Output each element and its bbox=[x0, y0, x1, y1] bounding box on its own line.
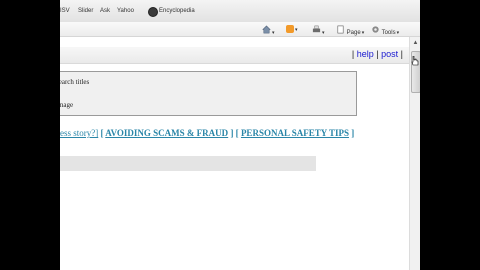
home-icon bbox=[262, 25, 271, 34]
link-yahoo[interactable]: Yahoo bbox=[117, 8, 134, 14]
page-header: | help | post | bbox=[60, 47, 409, 64]
encyclopedia-icon bbox=[148, 7, 158, 17]
avoiding-scams-link[interactable]: AVOIDING SCAMS & FRAUD bbox=[105, 128, 228, 138]
home-button[interactable]: ▾ bbox=[262, 25, 275, 36]
links-toolbar: ISV Slider Ask Yahoo Encyclopedia bbox=[60, 0, 420, 23]
tools-menu-button[interactable]: Tools▾ bbox=[371, 25, 400, 36]
vertical-scrollbar[interactable]: ▲ bbox=[409, 37, 420, 270]
printer-icon bbox=[312, 25, 321, 33]
header-bracket-close: | bbox=[400, 49, 403, 59]
header-separator: | bbox=[376, 49, 379, 59]
help-link[interactable]: help bbox=[357, 49, 374, 59]
nav-separator: ] [ bbox=[228, 128, 241, 138]
header-links: | help | post | bbox=[352, 49, 403, 59]
link-isv[interactable]: ISV bbox=[60, 8, 70, 14]
content-strip bbox=[60, 156, 316, 171]
link-slider[interactable]: Slider bbox=[78, 8, 93, 14]
rss-icon bbox=[286, 25, 294, 33]
chevron-down-icon: ▾ bbox=[361, 30, 365, 36]
post-link[interactable]: post bbox=[381, 49, 398, 59]
chevron-down-icon: ▾ bbox=[295, 26, 298, 33]
link-ask[interactable]: Ask bbox=[100, 8, 110, 14]
chevron-down-icon: ▾ bbox=[272, 30, 275, 36]
gear-icon bbox=[372, 26, 379, 33]
link-encyclopedia[interactable]: Encyclopedia bbox=[159, 8, 195, 14]
right-letterbox bbox=[420, 0, 480, 270]
page-icon bbox=[337, 25, 344, 34]
tools-menu-label: Tools bbox=[381, 30, 396, 36]
feeds-button[interactable]: ▾ bbox=[286, 25, 298, 35]
browser-window: ISV Slider Ask Yahoo Encyclopedia ▾ ▾ ▾ … bbox=[60, 0, 420, 270]
chevron-down-icon: ▾ bbox=[396, 30, 400, 36]
image-option[interactable]: image bbox=[60, 101, 73, 109]
safety-links-row: ess story?] [ AVOIDING SCAMS & FRAUD ] [… bbox=[60, 128, 354, 138]
hand-cursor-icon bbox=[411, 56, 419, 66]
search-options-box: search titles image bbox=[60, 71, 357, 116]
nav-separator: ] bbox=[348, 128, 355, 138]
print-button[interactable]: ▾ bbox=[312, 25, 325, 36]
search-titles-option[interactable]: search titles bbox=[60, 78, 89, 86]
page-menu-label: Page bbox=[346, 30, 361, 36]
success-story-link[interactable]: ess story?] bbox=[60, 128, 98, 138]
header-bracket-open: | bbox=[351, 49, 355, 59]
command-bar: ▾ ▾ ▾ Page▾ Tools▾ bbox=[60, 22, 420, 37]
chevron-down-icon: ▾ bbox=[322, 30, 325, 36]
page-menu-button[interactable]: Page▾ bbox=[336, 25, 365, 36]
scroll-up-icon[interactable]: ▲ bbox=[411, 39, 420, 48]
personal-safety-link[interactable]: PERSONAL SAFETY TIPS bbox=[241, 128, 349, 138]
